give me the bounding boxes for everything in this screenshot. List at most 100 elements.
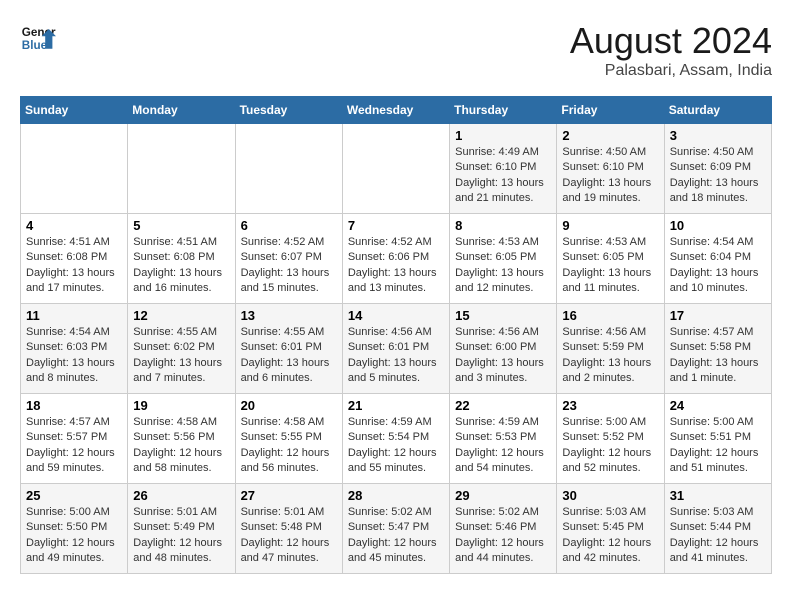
calendar-cell: 21 Sunrise: 4:59 AMSunset: 5:54 PMDayligh… xyxy=(342,394,449,484)
day-number: 16 xyxy=(562,308,658,323)
calendar-cell: 22 Sunrise: 4:59 AMSunset: 5:53 PMDayligh… xyxy=(450,394,557,484)
cell-content: Sunrise: 5:02 AMSunset: 5:46 PMDaylight:… xyxy=(455,505,551,567)
calendar-cell: 24 Sunrise: 5:00 AMSunset: 5:51 PMDayligh… xyxy=(664,394,771,484)
calendar-cell: 19Sunrise: 4:58 AMSunset: 5:56 PMDayligh… xyxy=(128,394,235,484)
cell-content: Sunrise: 5:02 AMSunset: 5:47 PMDaylight:… xyxy=(348,505,444,567)
page-header: General Blue August 2024 Palasbari, Assa… xyxy=(20,20,772,80)
day-number: 18 xyxy=(26,398,122,413)
calendar-cell: 27Sunrise: 5:01 AMSunset: 5:48 PMDayligh… xyxy=(235,484,342,574)
calendar-cell: 6 Sunrise: 4:52 AMSunset: 6:07 PMDaylight… xyxy=(235,214,342,304)
day-number: 22 xyxy=(455,398,551,413)
calendar-cell: 29Sunrise: 5:02 AMSunset: 5:46 PMDayligh… xyxy=(450,484,557,574)
svg-text:Blue: Blue xyxy=(22,39,48,52)
day-number: 2 xyxy=(562,128,658,143)
cell-content: Sunrise: 4:49 AMSunset: 6:10 PMDaylight:… xyxy=(455,145,551,207)
calendar-cell: 14 Sunrise: 4:56 AMSunset: 6:01 PMDayligh… xyxy=(342,304,449,394)
cell-content: Sunrise: 5:03 AMSunset: 5:45 PMDaylight:… xyxy=(562,505,658,567)
location-subtitle: Palasbari, Assam, India xyxy=(570,62,772,80)
calendar-cell xyxy=(21,124,128,214)
cell-content: Sunrise: 4:55 AMSunset: 6:02 PMDaylight:… xyxy=(133,325,229,387)
calendar-cell: 5 Sunrise: 4:51 AMSunset: 6:08 PMDaylight… xyxy=(128,214,235,304)
cell-content: Sunrise: 4:59 AMSunset: 5:53 PMDaylight:… xyxy=(455,415,551,477)
day-number: 6 xyxy=(241,218,337,233)
day-number: 30 xyxy=(562,488,658,503)
calendar-cell: 4 Sunrise: 4:51 AMSunset: 6:08 PMDaylight… xyxy=(21,214,128,304)
calendar-week-row: 11 Sunrise: 4:54 AMSunset: 6:03 PMDayligh… xyxy=(21,304,772,394)
calendar-cell: 17Sunrise: 4:57 AMSunset: 5:58 PMDayligh… xyxy=(664,304,771,394)
cell-content: Sunrise: 5:03 AMSunset: 5:44 PMDaylight:… xyxy=(670,505,766,567)
cell-content: Sunrise: 4:52 AMSunset: 6:06 PMDaylight:… xyxy=(348,235,444,297)
cell-content: Sunrise: 4:50 AMSunset: 6:10 PMDaylight:… xyxy=(562,145,658,207)
day-header-monday: Monday xyxy=(128,97,235,124)
calendar-cell: 18 Sunrise: 4:57 AMSunset: 5:57 PMDayligh… xyxy=(21,394,128,484)
day-number: 31 xyxy=(670,488,766,503)
day-number: 24 xyxy=(670,398,766,413)
calendar-cell: 28 Sunrise: 5:02 AMSunset: 5:47 PMDayligh… xyxy=(342,484,449,574)
calendar-week-row: 18 Sunrise: 4:57 AMSunset: 5:57 PMDayligh… xyxy=(21,394,772,484)
calendar-cell: 15 Sunrise: 4:56 AMSunset: 6:00 PMDayligh… xyxy=(450,304,557,394)
day-number: 11 xyxy=(26,308,122,323)
month-title: August 2024 xyxy=(570,20,772,62)
calendar-cell xyxy=(342,124,449,214)
calendar-cell: 16Sunrise: 4:56 AMSunset: 5:59 PMDayligh… xyxy=(557,304,664,394)
cell-content: Sunrise: 4:58 AMSunset: 5:55 PMDaylight:… xyxy=(241,415,337,477)
calendar-week-row: 4 Sunrise: 4:51 AMSunset: 6:08 PMDaylight… xyxy=(21,214,772,304)
day-number: 3 xyxy=(670,128,766,143)
day-number: 8 xyxy=(455,218,551,233)
cell-content: Sunrise: 5:00 AMSunset: 5:51 PMDaylight:… xyxy=(670,415,766,477)
day-number: 21 xyxy=(348,398,444,413)
calendar-cell: 30 Sunrise: 5:03 AMSunset: 5:45 PMDayligh… xyxy=(557,484,664,574)
day-header-wednesday: Wednesday xyxy=(342,97,449,124)
calendar-cell xyxy=(128,124,235,214)
cell-content: Sunrise: 5:01 AMSunset: 5:48 PMDaylight:… xyxy=(241,505,337,567)
cell-content: Sunrise: 4:58 AMSunset: 5:56 PMDaylight:… xyxy=(133,415,229,477)
calendar-cell: 31 Sunrise: 5:03 AMSunset: 5:44 PMDayligh… xyxy=(664,484,771,574)
cell-content: Sunrise: 4:52 AMSunset: 6:07 PMDaylight:… xyxy=(241,235,337,297)
cell-content: Sunrise: 4:51 AMSunset: 6:08 PMDaylight:… xyxy=(133,235,229,297)
day-number: 25 xyxy=(26,488,122,503)
day-number: 20 xyxy=(241,398,337,413)
day-number: 1 xyxy=(455,128,551,143)
calendar-cell: 13Sunrise: 4:55 AMSunset: 6:01 PMDayligh… xyxy=(235,304,342,394)
cell-content: Sunrise: 4:59 AMSunset: 5:54 PMDaylight:… xyxy=(348,415,444,477)
cell-content: Sunrise: 4:53 AMSunset: 6:05 PMDaylight:… xyxy=(455,235,551,297)
day-header-friday: Friday xyxy=(557,97,664,124)
day-header-saturday: Saturday xyxy=(664,97,771,124)
day-number: 23 xyxy=(562,398,658,413)
calendar-week-row: 25Sunrise: 5:00 AMSunset: 5:50 PMDayligh… xyxy=(21,484,772,574)
cell-content: Sunrise: 4:56 AMSunset: 6:00 PMDaylight:… xyxy=(455,325,551,387)
day-number: 26 xyxy=(133,488,229,503)
cell-content: Sunrise: 4:51 AMSunset: 6:08 PMDaylight:… xyxy=(26,235,122,297)
calendar-cell: 23 Sunrise: 5:00 AMSunset: 5:52 PMDayligh… xyxy=(557,394,664,484)
logo-icon: General Blue xyxy=(20,20,56,56)
cell-content: Sunrise: 5:01 AMSunset: 5:49 PMDaylight:… xyxy=(133,505,229,567)
day-header-tuesday: Tuesday xyxy=(235,97,342,124)
calendar-cell: 7 Sunrise: 4:52 AMSunset: 6:06 PMDaylight… xyxy=(342,214,449,304)
day-number: 4 xyxy=(26,218,122,233)
calendar-cell: 9 Sunrise: 4:53 AMSunset: 6:05 PMDaylight… xyxy=(557,214,664,304)
cell-content: Sunrise: 4:57 AMSunset: 5:57 PMDaylight:… xyxy=(26,415,122,477)
day-number: 14 xyxy=(348,308,444,323)
day-header-sunday: Sunday xyxy=(21,97,128,124)
calendar-cell: 11 Sunrise: 4:54 AMSunset: 6:03 PMDayligh… xyxy=(21,304,128,394)
day-number: 9 xyxy=(562,218,658,233)
calendar-header-row: SundayMondayTuesdayWednesdayThursdayFrid… xyxy=(21,97,772,124)
cell-content: Sunrise: 4:55 AMSunset: 6:01 PMDaylight:… xyxy=(241,325,337,387)
calendar-table: SundayMondayTuesdayWednesdayThursdayFrid… xyxy=(20,96,772,574)
calendar-cell: 20 Sunrise: 4:58 AMSunset: 5:55 PMDayligh… xyxy=(235,394,342,484)
day-number: 7 xyxy=(348,218,444,233)
cell-content: Sunrise: 5:00 AMSunset: 5:52 PMDaylight:… xyxy=(562,415,658,477)
title-block: August 2024 Palasbari, Assam, India xyxy=(570,20,772,80)
calendar-cell: 2 Sunrise: 4:50 AMSunset: 6:10 PMDaylight… xyxy=(557,124,664,214)
day-number: 5 xyxy=(133,218,229,233)
cell-content: Sunrise: 4:56 AMSunset: 6:01 PMDaylight:… xyxy=(348,325,444,387)
cell-content: Sunrise: 4:54 AMSunset: 6:04 PMDaylight:… xyxy=(670,235,766,297)
calendar-cell: 12Sunrise: 4:55 AMSunset: 6:02 PMDayligh… xyxy=(128,304,235,394)
day-number: 15 xyxy=(455,308,551,323)
calendar-cell: 25Sunrise: 5:00 AMSunset: 5:50 PMDayligh… xyxy=(21,484,128,574)
calendar-week-row: 1 Sunrise: 4:49 AMSunset: 6:10 PMDaylight… xyxy=(21,124,772,214)
calendar-cell: 1 Sunrise: 4:49 AMSunset: 6:10 PMDaylight… xyxy=(450,124,557,214)
cell-content: Sunrise: 4:54 AMSunset: 6:03 PMDaylight:… xyxy=(26,325,122,387)
cell-content: Sunrise: 4:53 AMSunset: 6:05 PMDaylight:… xyxy=(562,235,658,297)
day-number: 28 xyxy=(348,488,444,503)
